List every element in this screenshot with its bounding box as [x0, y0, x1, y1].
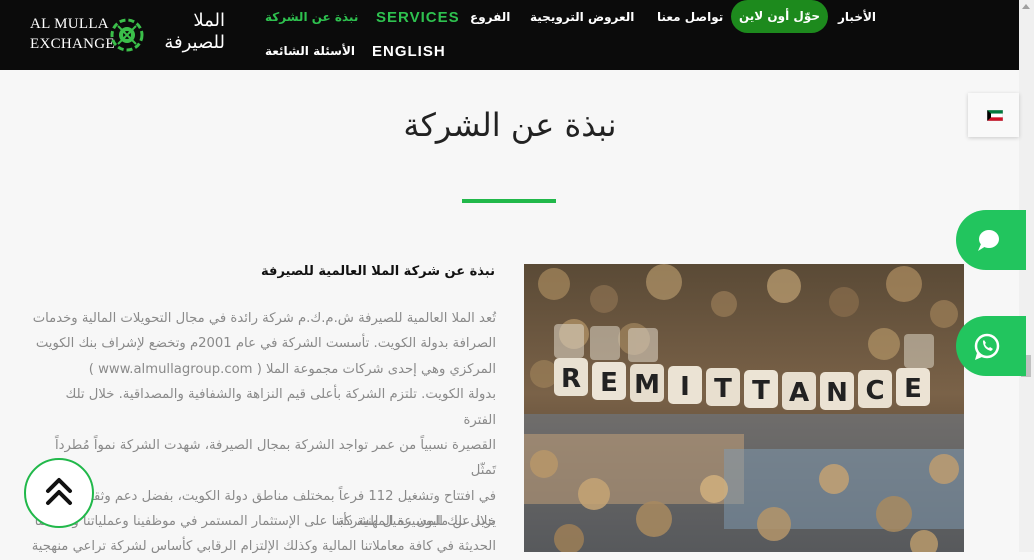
- live-chat-button[interactable]: [956, 210, 1026, 270]
- remittance-photo: R E M I T T A N C E: [524, 264, 964, 552]
- logo-emblem-icon: [110, 18, 144, 52]
- nav-branches[interactable]: الفروع: [470, 10, 510, 24]
- svg-text:T: T: [714, 374, 732, 404]
- title-underline: [462, 199, 556, 203]
- section-heading: نبذة عن شركة الملا العالمية للصيرفة: [261, 264, 495, 279]
- al-mulla-exchange-logo[interactable]: AL MULLA EXCHANGE الملا للصيرفة: [30, 10, 225, 58]
- nav-english[interactable]: ENGLISH: [372, 43, 446, 60]
- top-navigation-bar: AL MULLA EXCHANGE الملا للصيرفة الأخبار …: [0, 0, 1019, 70]
- nav-services[interactable]: SERVICES: [376, 9, 460, 26]
- nav-transfer-online-button[interactable]: حوّل أون لاين: [731, 0, 828, 33]
- svg-text:C: C: [865, 376, 884, 406]
- back-to-top-button[interactable]: [24, 458, 94, 528]
- nav-about-company[interactable]: نبذة عن الشركة: [265, 10, 358, 24]
- whatsapp-button[interactable]: [956, 316, 1026, 376]
- about-paragraph-2: خلال تلك المسيرة المهنية دأبنا على الإست…: [31, 514, 496, 555]
- svg-text:E: E: [600, 368, 618, 398]
- svg-text:E: E: [904, 374, 922, 404]
- page-title: نبذة عن الشركة: [403, 106, 617, 144]
- nav-contact-us[interactable]: تواصل معنا: [657, 10, 723, 24]
- chat-bubble-icon: [978, 230, 999, 251]
- svg-text:M: M: [634, 370, 660, 400]
- svg-text:A: A: [789, 378, 809, 408]
- logo-arabic-text: الملا للصيرفة: [164, 10, 225, 53]
- nav-faq[interactable]: الأسئلة الشائعة: [265, 44, 355, 58]
- svg-text:T: T: [752, 376, 770, 406]
- whatsapp-icon: [974, 333, 1000, 360]
- kuwait-flag-icon: [987, 110, 1003, 121]
- svg-text:I: I: [680, 372, 690, 402]
- logo-english-text: AL MULLA EXCHANGE: [30, 16, 115, 52]
- svg-text:N: N: [826, 378, 848, 408]
- double-chevron-up-icon: [46, 478, 72, 505]
- page-scrollbar[interactable]: [1019, 0, 1034, 552]
- nav-news[interactable]: الأخبار: [838, 10, 876, 24]
- nav-promotions[interactable]: العروض الترويجية: [530, 10, 634, 24]
- scroll-up-arrow-icon[interactable]: [1022, 4, 1030, 9]
- language-selector[interactable]: [968, 93, 1019, 137]
- about-paragraph-1: تُعد الملا العالمية للصيرفة ش.م.ك.م شركة…: [32, 311, 496, 530]
- svg-text:R: R: [561, 364, 581, 394]
